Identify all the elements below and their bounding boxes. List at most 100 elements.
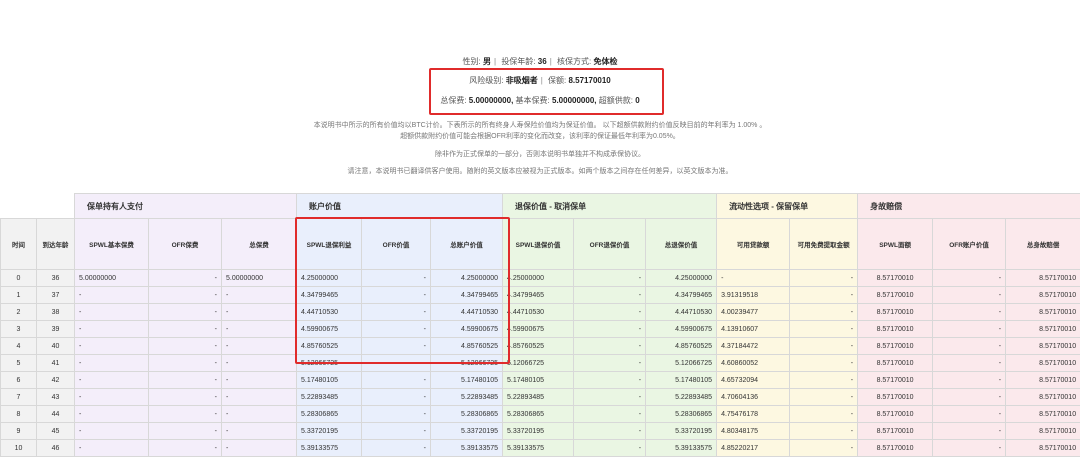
table-cell: - xyxy=(790,304,858,321)
underwriting-label: 核保方式: xyxy=(557,57,591,66)
table-cell: 4 xyxy=(1,338,37,355)
table-cell: 36 xyxy=(37,270,75,287)
table-cell: 10 xyxy=(1,440,37,457)
table-cell: - xyxy=(790,270,858,287)
column-header: OFR退保价值 xyxy=(574,219,646,270)
table-row: 238---4.44710530-4.447105304.44710530-4.… xyxy=(1,304,1080,321)
table-cell: 5.39133575 xyxy=(646,440,717,457)
table-cell: 4.59900675 xyxy=(503,321,574,338)
group-account-value: 账户价值 xyxy=(297,194,503,219)
table-cell: 4.59900675 xyxy=(646,321,717,338)
table-cell: - xyxy=(574,372,646,389)
column-header: 总身故赔偿 xyxy=(1006,219,1080,270)
table-cell: 4.70604136 xyxy=(717,389,790,406)
table-cell: 4.44710530 xyxy=(503,304,574,321)
table-cell: - xyxy=(574,321,646,338)
table-cell: 7 xyxy=(1,389,37,406)
table-cell: 5 xyxy=(1,355,37,372)
table-cell: 8.57170010 xyxy=(858,440,933,457)
table-cell: 8.57170010 xyxy=(858,270,933,287)
table-cell: - xyxy=(574,355,646,372)
table-cell: 5.39133575 xyxy=(503,440,574,457)
table-cell: 5.33720195 xyxy=(503,423,574,440)
table-cell: - xyxy=(790,440,858,457)
note-1: 本说明书中所示的所有价值均以BTC计价。下表所示的所有终身人寿保险价值均为保证价… xyxy=(0,120,1080,130)
table-cell: 37 xyxy=(37,287,75,304)
column-header: OFR保费 xyxy=(149,219,222,270)
note-2: 超额供款附约价值可能会根据OFR利率的变化而改变，该利率的保证最低年利率为0.0… xyxy=(0,131,1080,141)
table-row: 945---5.33720195-5.337201955.33720195-5.… xyxy=(1,423,1080,440)
table-cell: - xyxy=(222,440,297,457)
table-cell: 5.00000000 xyxy=(75,270,149,287)
table-cell: 8.57170010 xyxy=(1006,321,1080,338)
table-cell: 5.28306865 xyxy=(503,406,574,423)
table-cell: 5.33720195 xyxy=(297,423,362,440)
table-cell: 4.60860052 xyxy=(717,355,790,372)
table-cell: 8.57170010 xyxy=(1006,270,1080,287)
table-cell: - xyxy=(790,372,858,389)
table-cell: - xyxy=(933,270,1006,287)
table-cell: - xyxy=(790,287,858,304)
table-cell: 8.57170010 xyxy=(1006,355,1080,372)
table-cell: 45 xyxy=(37,423,75,440)
table-cell: - xyxy=(149,304,222,321)
table-cell: 8.57170010 xyxy=(858,406,933,423)
table-row: 339---4.59900675-4.599006754.59900675-4.… xyxy=(1,321,1080,338)
table-cell: 4.34799465 xyxy=(503,287,574,304)
table-cell: - xyxy=(362,406,431,423)
table-cell: 4.75476178 xyxy=(717,406,790,423)
table-cell: - xyxy=(149,287,222,304)
table-cell: 8.57170010 xyxy=(1006,440,1080,457)
table-cell: - xyxy=(149,372,222,389)
table-cell: 8.57170010 xyxy=(858,287,933,304)
table-cell: 42 xyxy=(37,372,75,389)
table-cell: - xyxy=(790,355,858,372)
table-row: 137---4.34799465-4.347994654.34799465-4.… xyxy=(1,287,1080,304)
table-cell: 8.57170010 xyxy=(1006,372,1080,389)
table-cell: - xyxy=(933,338,1006,355)
highlight-box-account-value xyxy=(295,217,510,364)
table-cell: 8.57170010 xyxy=(858,338,933,355)
table-cell: 4.65732094 xyxy=(717,372,790,389)
table-cell: - xyxy=(149,389,222,406)
table-cell: 4.25000000 xyxy=(646,270,717,287)
table-cell: 46 xyxy=(37,440,75,457)
table-cell: - xyxy=(149,406,222,423)
table-cell: 5.22893485 xyxy=(297,389,362,406)
table-cell: - xyxy=(149,321,222,338)
group-header-row: 保单持有人支付 账户价值 退保价值 - 取消保单 流动性选项 - 保留保单 身故… xyxy=(1,194,1080,219)
table-cell: - xyxy=(149,355,222,372)
gender-value: 男 xyxy=(483,57,491,66)
table-row: 440---4.85760525-4.857605254.85760525-4.… xyxy=(1,338,1080,355)
age-label: 投保年龄: xyxy=(501,57,535,66)
table-cell: - xyxy=(75,372,149,389)
column-header: SPWL退保价值 xyxy=(503,219,574,270)
table-cell: 2 xyxy=(1,304,37,321)
table-cell: 4.00239477 xyxy=(717,304,790,321)
table-cell: - xyxy=(222,406,297,423)
table-cell: 3 xyxy=(1,321,37,338)
table-cell: - xyxy=(75,287,149,304)
table-cell: - xyxy=(75,423,149,440)
table-cell: - xyxy=(75,321,149,338)
table-cell: - xyxy=(75,440,149,457)
column-header: SPWL基本保费 xyxy=(75,219,149,270)
table-cell: 8 xyxy=(1,406,37,423)
table-cell: - xyxy=(149,270,222,287)
table-cell: 5.28306865 xyxy=(297,406,362,423)
table-cell: - xyxy=(933,372,1006,389)
table-row: 743---5.22893485-5.228934855.22893485-5.… xyxy=(1,389,1080,406)
column-header: 到达年龄 xyxy=(37,219,75,270)
table-cell: - xyxy=(574,270,646,287)
table-cell: 39 xyxy=(37,321,75,338)
group-policyholder-pays: 保单持有人支付 xyxy=(75,194,297,219)
table-cell: - xyxy=(362,440,431,457)
table-cell: 8.57170010 xyxy=(1006,304,1080,321)
table-cell: - xyxy=(933,321,1006,338)
column-header: 可用免费提取金额 xyxy=(790,219,858,270)
table-cell: 8.57170010 xyxy=(858,304,933,321)
table-cell: 5.17480105 xyxy=(297,372,362,389)
table-cell: - xyxy=(362,372,431,389)
column-header: 可用贷款额 xyxy=(717,219,790,270)
table-cell: 5.39133575 xyxy=(431,440,503,457)
